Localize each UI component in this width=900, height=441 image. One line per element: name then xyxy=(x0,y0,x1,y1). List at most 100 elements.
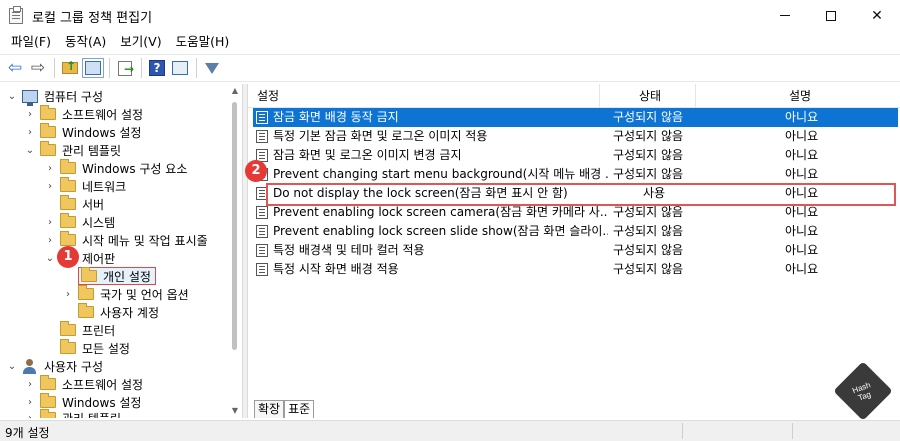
tree-label: 서버 xyxy=(82,197,105,212)
tree-label: 모든 설정 xyxy=(82,341,130,356)
tree-item-software-settings[interactable]: › 소프트웨어 설정 xyxy=(24,105,143,123)
tree-scrollbar[interactable]: ▲ ▼ xyxy=(228,84,242,418)
step-badge-2: 2 xyxy=(245,160,267,182)
tree-item-user-software-settings[interactable]: › 소프트웨어 설정 xyxy=(24,375,143,393)
tree-item-regional[interactable]: › 국가 및 언어 옵션 xyxy=(62,285,189,303)
folder-icon xyxy=(60,213,76,228)
toolbar-divider xyxy=(141,58,142,78)
selected-tree-item[interactable]: 개인 설정 xyxy=(78,267,156,285)
help-button[interactable]: ? xyxy=(146,57,168,79)
setting-state: 구성되지 않음 xyxy=(613,224,684,238)
tree-item-system[interactable]: › 시스템 xyxy=(44,213,115,231)
menu-help[interactable]: 도움말(H) xyxy=(169,31,237,53)
setting-name: Prevent enabling lock screen slide show(… xyxy=(273,224,608,238)
toolbar-divider xyxy=(196,58,197,78)
close-icon: ✕ xyxy=(871,7,883,24)
tree-item-admin-templates[interactable]: ⌄ 관리 템플릿 xyxy=(24,141,121,159)
column-setting[interactable]: 설정 xyxy=(257,84,279,108)
column-comment[interactable]: 설명 xyxy=(789,84,811,108)
show-hide-tree-button[interactable] xyxy=(82,57,104,79)
tree-item-printers[interactable]: 프린터 xyxy=(44,321,115,339)
scroll-up-arrow-icon[interactable]: ▲ xyxy=(228,84,242,98)
tree-label: 소프트웨어 설정 xyxy=(62,107,144,122)
setting-name: 특정 배경색 및 테마 컬러 적용 xyxy=(273,243,425,257)
column-divider[interactable] xyxy=(599,84,600,108)
list-row[interactable]: 특정 기본 잠금 화면 및 로그온 이미지 적용 구성되지 않음 아니요 xyxy=(253,127,898,146)
tree-item-user-admin-templates[interactable]: › 관리 템플릿 xyxy=(24,409,121,418)
tree-item-personalization[interactable]: 개인 설정 xyxy=(78,267,156,285)
status-divider xyxy=(792,423,793,439)
list-row[interactable]: 특정 시작 화면 배경 적용 구성되지 않음 아니요 xyxy=(253,260,898,279)
folder-icon xyxy=(78,285,94,300)
list-row[interactable]: 특정 배경색 및 테마 컬러 적용 구성되지 않음 아니요 xyxy=(253,241,898,260)
close-button[interactable]: ✕ xyxy=(854,0,900,31)
tab-extended[interactable]: 확장 xyxy=(254,400,285,418)
properties-icon xyxy=(172,61,188,75)
list-row[interactable]: 잠금 화면 배경 동작 금지 구성되지 않음 아니요 xyxy=(253,108,898,127)
list-row[interactable]: Prevent changing start menu background(시… xyxy=(253,165,898,184)
tree-item-server[interactable]: 서버 xyxy=(44,195,104,213)
chevron-right-icon[interactable]: › xyxy=(24,397,36,408)
setting-name: 특정 시작 화면 배경 적용 xyxy=(273,262,399,276)
step-badge-1: 1 xyxy=(57,246,79,268)
maximize-button[interactable] xyxy=(808,0,854,31)
column-state[interactable]: 상태 xyxy=(639,84,661,108)
chevron-down-icon[interactable]: ⌄ xyxy=(44,253,56,264)
scroll-down-arrow-icon[interactable]: ▼ xyxy=(228,404,242,418)
computer-icon xyxy=(22,89,38,106)
chevron-right-icon[interactable]: › xyxy=(24,413,36,419)
filter-button[interactable] xyxy=(201,57,223,79)
tree-item-network[interactable]: › 네트워크 xyxy=(44,177,126,195)
column-divider[interactable] xyxy=(695,84,696,108)
folder-icon xyxy=(40,393,56,408)
chevron-right-icon[interactable]: › xyxy=(44,181,56,192)
tree-item-windows-components[interactable]: › Windows 구성 요소 xyxy=(44,159,187,177)
setting-state: 구성되지 않음 xyxy=(613,148,684,162)
toolbar: ⇦ ⇨ ? xyxy=(0,54,900,82)
chevron-right-icon[interactable]: › xyxy=(44,163,56,174)
setting-comment: 아니요 xyxy=(785,167,819,181)
list-row[interactable]: 잠금 화면 및 로그온 이미지 변경 금지 구성되지 않음 아니요 xyxy=(253,146,898,165)
menu-view[interactable]: 보기(V) xyxy=(113,31,168,53)
folder-icon xyxy=(60,339,76,354)
chevron-right-icon[interactable]: › xyxy=(24,109,36,120)
tab-standard[interactable]: 표준 xyxy=(284,400,315,418)
folder-icon xyxy=(40,375,56,390)
tree-label: 개인 설정 xyxy=(103,269,151,284)
tree-label: Windows 설정 xyxy=(62,125,142,140)
export-list-button[interactable] xyxy=(114,57,136,79)
chevron-down-icon[interactable]: ⌄ xyxy=(6,361,18,372)
export-icon xyxy=(118,60,134,76)
menu-file[interactable]: 파일(F) xyxy=(4,31,58,53)
up-folder-button[interactable] xyxy=(59,57,81,79)
chevron-right-icon[interactable]: › xyxy=(44,235,56,246)
tree-item-all-settings[interactable]: 모든 설정 xyxy=(44,339,130,357)
menu-action[interactable]: 동작(A) xyxy=(58,31,113,53)
tree-item-computer-config[interactable]: ⌄ 컴퓨터 구성 xyxy=(6,87,103,106)
forward-button[interactable]: ⇨ xyxy=(27,57,49,79)
chevron-down-icon[interactable]: ⌄ xyxy=(6,91,18,102)
highlight-box xyxy=(266,183,896,206)
chevron-right-icon[interactable]: › xyxy=(24,379,36,390)
chevron-down-icon[interactable]: ⌄ xyxy=(24,145,36,156)
tree-label: 국가 및 언어 옵션 xyxy=(100,287,189,302)
toolbar-divider xyxy=(54,58,55,78)
tree-label: 시스템 xyxy=(82,215,116,230)
folder-icon xyxy=(60,177,76,192)
tree-label: Windows 구성 요소 xyxy=(82,161,188,176)
minimize-icon xyxy=(780,15,790,16)
properties-button[interactable] xyxy=(169,57,191,79)
tree-item-control-panel[interactable]: ⌄ 제어판 xyxy=(44,249,115,267)
tree-item-user-config[interactable]: ⌄ 사용자 구성 xyxy=(6,357,103,375)
tree-label: 사용자 계정 xyxy=(100,305,160,320)
tree-item-windows-settings[interactable]: › Windows 설정 xyxy=(24,123,141,141)
list-row[interactable]: Prevent enabling lock screen slide show(… xyxy=(253,222,898,241)
tree-item-user-accounts[interactable]: 사용자 계정 xyxy=(62,303,159,321)
back-button[interactable]: ⇦ xyxy=(4,57,26,79)
chevron-right-icon[interactable]: › xyxy=(44,217,56,228)
scrollbar-thumb[interactable] xyxy=(232,102,237,350)
folder-open-icon xyxy=(81,267,97,282)
minimize-button[interactable] xyxy=(762,0,808,31)
chevron-right-icon[interactable]: › xyxy=(62,289,74,300)
chevron-right-icon[interactable]: › xyxy=(24,127,36,138)
